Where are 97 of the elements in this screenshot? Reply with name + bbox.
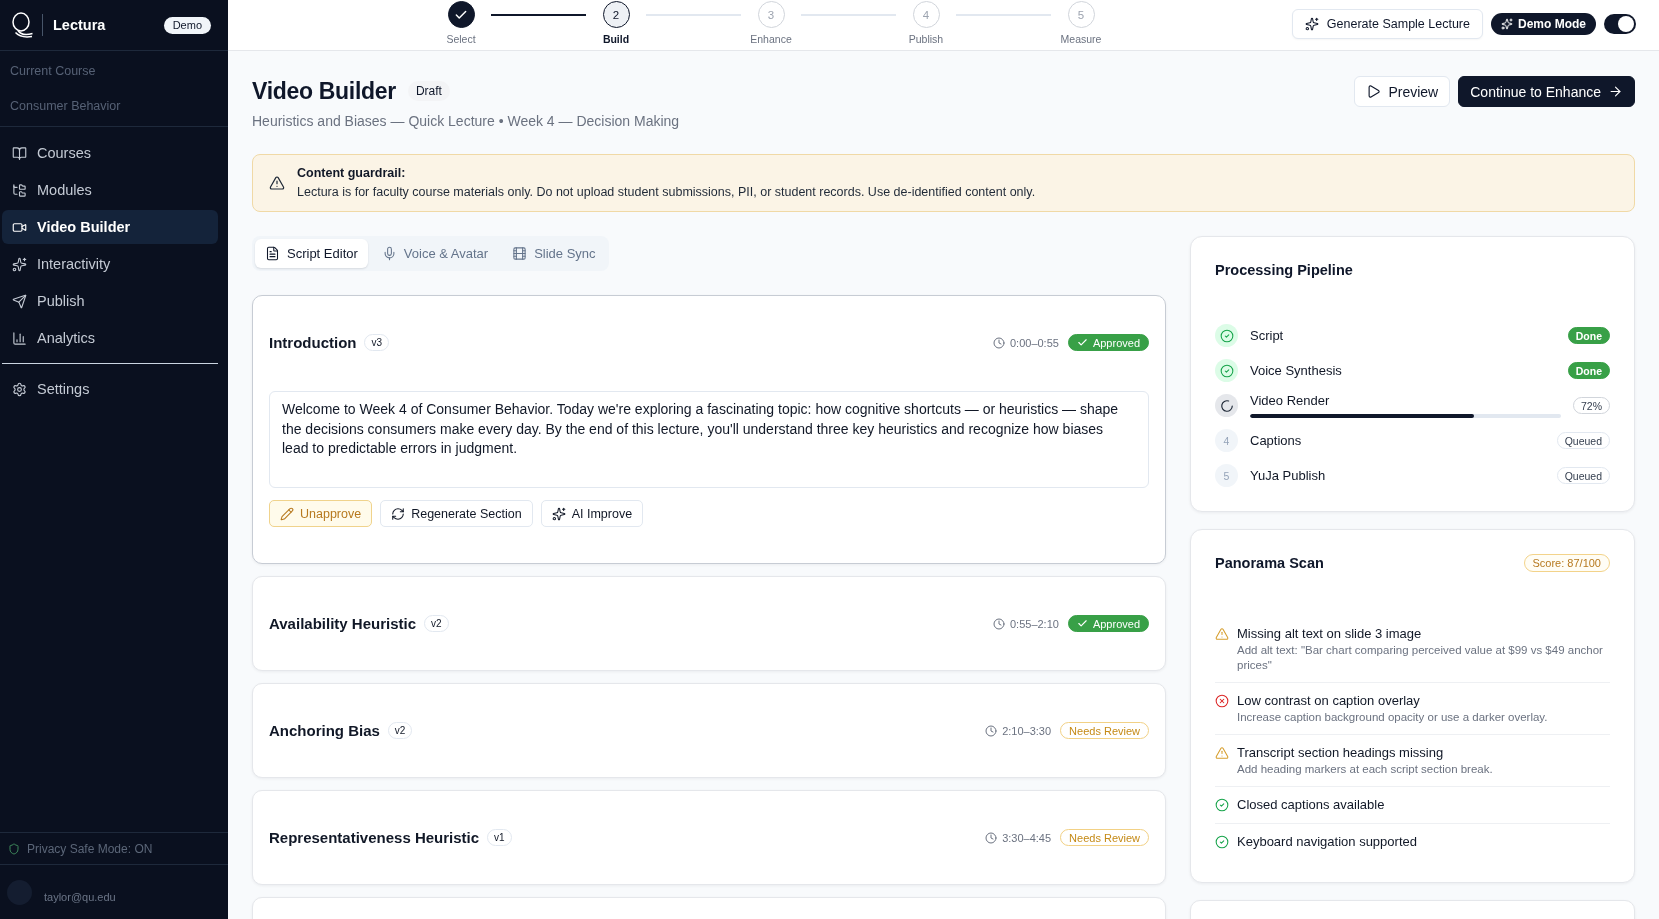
status-label: Needs Review — [1069, 831, 1140, 844]
arrow-right-icon — [1608, 84, 1623, 99]
section-title: Representativeness Heuristic — [269, 829, 480, 846]
check-icon[interactable] — [447, 1, 475, 28]
panel-title: Processing Pipeline — [1215, 261, 1354, 280]
toggle-switch[interactable] — [1604, 14, 1636, 34]
page-subtitle: Heuristics and Biases — Quick Lecture • Week 4 — Decision Making — [252, 112, 680, 130]
script-field[interactable]: Welcome to Week 4 of Consumer Behavior. Today we're exploring a fascinating topic: how cognitive shortcuts — or heuristics — shape the decisions consumers make every day. By the end of this lecture, you'll understand three key heuristics and recognize how biases lead to predictable errors in judgment. — [269, 391, 1149, 488]
nav-item[interactable]: Publish — [2, 284, 218, 318]
status-label: Approved — [1092, 617, 1140, 630]
check-title: Closed captions available — [1237, 796, 1385, 814]
score-badge: Score: 87/100 — [1523, 554, 1610, 572]
draft-badge: Draft — [407, 81, 450, 101]
refresh-icon — [391, 506, 406, 521]
course-label: Current Course — [10, 63, 96, 80]
action-button[interactable]: AI Improve — [540, 500, 644, 527]
nav-item[interactable]: Settings — [2, 372, 218, 406]
demo-mode-button[interactable]: Demo Mode — [1491, 13, 1596, 35]
pipeline-step-label: Captions — [1250, 432, 1302, 449]
microphone-icon — [381, 246, 397, 261]
pipeline-step-label: Video Render — [1250, 393, 1330, 409]
step-label: Select — [446, 33, 476, 45]
clock-icon — [992, 617, 1005, 630]
privacy-status: Privacy Safe Mode: ON — [27, 841, 153, 856]
paper-plane-icon — [12, 293, 27, 309]
step-label: Publish — [908, 33, 944, 45]
step-label: Enhance — [750, 33, 792, 45]
check-title: Missing alt text on slide 3 image — [1237, 625, 1422, 643]
step-label: Build — [602, 33, 630, 45]
guardrail-text: Lectura is for faculty course materials only. Do not upload student submissions, PII, or student records. Use de-identified content only. — [297, 184, 1036, 201]
check-icon — [1076, 337, 1088, 348]
nav-item[interactable]: Interactivity — [2, 247, 218, 281]
check-detail: Add heading markers at each script section break. — [1237, 762, 1493, 777]
step-label: Measure — [1060, 33, 1102, 45]
continue-button[interactable]: Continue to Enhance — [1458, 76, 1635, 107]
generate-button[interactable]: Generate Sample Lecture — [1291, 9, 1483, 39]
check-detail: Add alt text: "Bar chart comparing perceived value at $99 vs $49 anchor prices" — [1237, 643, 1604, 673]
status-badge: Done — [1567, 362, 1610, 379]
status-badge: 72% — [1573, 397, 1610, 414]
sparkle-icon — [1304, 17, 1319, 31]
user-email: taylor@qu.edu — [44, 891, 116, 903]
logo-icon — [10, 12, 33, 38]
action-button[interactable]: Regenerate Section — [380, 500, 533, 527]
sparkle-icon — [551, 506, 566, 521]
pencil-icon — [280, 506, 294, 521]
tab[interactable]: Voice & Avatar — [371, 239, 499, 268]
section-title: Anchoring Bias — [269, 722, 380, 739]
preview-button[interactable]: Preview — [1354, 76, 1451, 107]
check-detail: Increase caption background opacity or use a darker overlay. — [1237, 710, 1548, 725]
book-icon — [12, 145, 27, 161]
tab[interactable]: Script Editor — [255, 239, 368, 268]
page-title: Video Builder — [252, 77, 396, 106]
section-title: Introduction — [269, 334, 357, 351]
status-label: Approved — [1092, 336, 1140, 349]
check-title: Low contrast on caption overlay — [1237, 692, 1420, 710]
action-button[interactable]: Unapprove — [269, 500, 373, 527]
step-number: 4 — [1215, 429, 1238, 452]
sparkle-icon — [1501, 18, 1513, 30]
pipeline-step-label: Script — [1250, 327, 1284, 344]
folder-tree-icon — [12, 182, 27, 198]
nav-item[interactable]: Modules — [2, 173, 218, 207]
section-title: Availability Heuristic — [269, 615, 416, 632]
course-name: Consumer Behavior — [10, 98, 121, 115]
settings-icon — [12, 381, 27, 397]
demo-badge: Demo — [163, 16, 211, 34]
status-badge: Queued — [1556, 467, 1610, 484]
nav-item[interactable]: Video Builder — [2, 210, 218, 244]
clock-icon — [985, 831, 998, 844]
status-badge: Queued — [1556, 432, 1610, 449]
shield-icon — [8, 842, 20, 855]
clock-icon — [992, 336, 1005, 349]
document-icon — [265, 246, 280, 261]
check-title: Transcript section headings missing — [1237, 744, 1444, 762]
check-icon — [1076, 618, 1088, 629]
status-badge: Done — [1567, 327, 1610, 344]
bar-chart-icon — [12, 330, 27, 346]
status-label: Needs Review — [1069, 724, 1140, 737]
pipeline-step-label: YuJa Publish — [1250, 467, 1326, 484]
check-title: Keyboard navigation supported — [1237, 833, 1417, 851]
time-range: 0:00–0:55 — [1009, 336, 1059, 349]
panel-title: Panorama Scan — [1215, 554, 1324, 573]
guardrail-title: Content guardrail: — [297, 165, 406, 182]
step-number[interactable]: 2 — [602, 1, 630, 28]
time-range: 0:55–2:10 — [1009, 617, 1059, 630]
tab[interactable]: Slide Sync — [502, 239, 606, 268]
brand-name: Lectura — [53, 17, 106, 33]
time-range: 3:30–4:45 — [1002, 831, 1052, 844]
warning-icon — [269, 175, 285, 191]
nav-item[interactable]: Analytics — [2, 321, 218, 355]
film-icon — [512, 246, 528, 261]
play-icon — [1366, 84, 1382, 99]
step-number: 5 — [1215, 464, 1238, 487]
clock-icon — [985, 724, 998, 737]
nav-item[interactable]: Courses — [2, 136, 218, 170]
sparkle-icon — [12, 256, 27, 272]
time-range: 2:10–3:30 — [1002, 724, 1052, 737]
pipeline-step-label: Voice Synthesis — [1250, 362, 1342, 379]
